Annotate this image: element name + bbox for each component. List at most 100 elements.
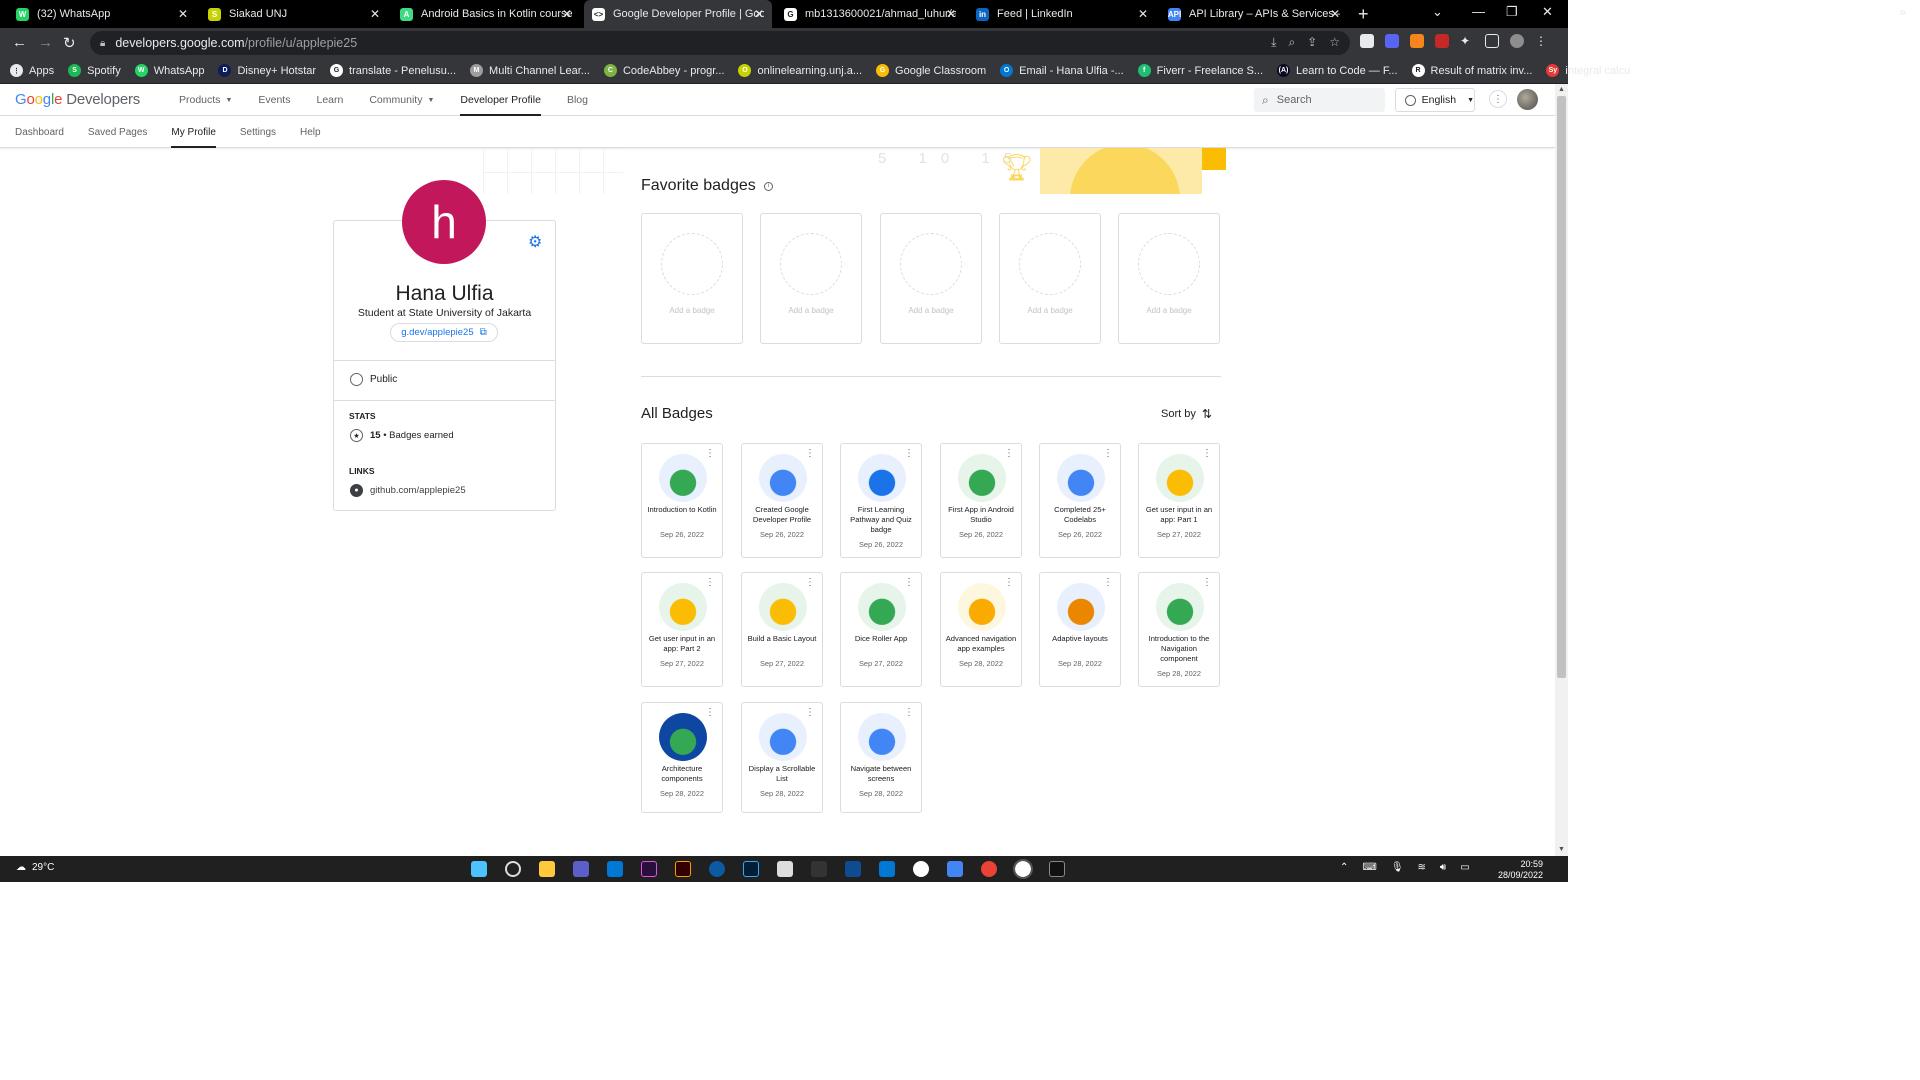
powershell-icon[interactable] [845, 861, 861, 877]
bookmark-item[interactable]: R Result of matrix inv... [1411, 64, 1532, 77]
scrollbar-thumb[interactable] [1557, 96, 1566, 678]
bookmark-item[interactable]: G Google Classroom [876, 64, 986, 77]
keyboard-icon[interactable]: ⌨ [1362, 862, 1376, 873]
minimize-button[interactable]: — [1472, 4, 1485, 19]
tab-close-icon[interactable]: ✕ [370, 7, 380, 21]
badge-menu-icon[interactable]: ⋮ [805, 449, 815, 459]
bookmark-item[interactable]: Sy integral calcu [1546, 64, 1630, 77]
reload-icon[interactable]: ↻ [63, 34, 76, 52]
terminal-icon[interactable] [1049, 861, 1065, 877]
badge-menu-icon[interactable]: ⋮ [1202, 578, 1212, 588]
favorite-badge-slot[interactable]: Add a badge [641, 213, 743, 344]
volume-icon[interactable]: 🔊︎ [1440, 862, 1446, 873]
badge-card[interactable]: ⋮ Build a Basic Layout Sep 27, 2022 [741, 572, 823, 687]
badge-menu-icon[interactable]: ⋮ [805, 578, 815, 588]
install-app-icon[interactable]: ⤓ [1271, 35, 1276, 50]
tab-close-icon[interactable]: ✕ [946, 7, 956, 21]
badge-menu-icon[interactable]: ⋮ [1103, 449, 1113, 459]
scroll-up-arrow-icon[interactable]: ▲ [1558, 86, 1565, 93]
browser-tab[interactable]: S Siakad UNJ ✕ [200, 0, 388, 28]
tab-search-icon[interactable]: ⌄ [1432, 4, 1443, 20]
photoshop-icon[interactable] [743, 861, 759, 877]
nav-item-blog[interactable]: Blog [567, 84, 588, 116]
badge-card[interactable]: ⋮ Advanced navigation app examples Sep 28,… [940, 572, 1022, 687]
badge-menu-icon[interactable]: ⋮ [1004, 449, 1014, 459]
zoom-icon[interactable]: ⌕ [1288, 35, 1295, 50]
weather-widget[interactable]: ☁ 29°C [16, 862, 54, 873]
gear-icon[interactable]: ⚙ [528, 232, 542, 252]
bookmark-item[interactable]: (A) Learn to Code — F... [1277, 64, 1398, 77]
badge-card[interactable]: ⋮ Introduction to the Navigation componen… [1138, 572, 1220, 687]
badge-card[interactable]: ⋮ Get user input in an app: Part 1 Sep 27,… [1138, 443, 1220, 558]
bookmark-item[interactable]: W WhatsApp [134, 64, 204, 77]
badge-menu-icon[interactable]: ⋮ [1004, 578, 1014, 588]
tab-close-icon[interactable]: ✕ [754, 7, 764, 21]
favorite-badge-slot[interactable]: Add a badge [760, 213, 862, 344]
app-icon[interactable] [913, 861, 929, 877]
browser-tab[interactable]: <> Google Developer Profile | Goo ✕ [584, 0, 772, 28]
profile-short-link[interactable]: g.dev/applepie25 ⧉ [390, 323, 498, 342]
badge-menu-icon[interactable]: ⋮ [705, 449, 715, 459]
microphone-icon[interactable]: 🎙︎ [1391, 862, 1404, 873]
new-tab-button[interactable]: + [1358, 4, 1369, 25]
nav-item-developer-profile[interactable]: Developer Profile [460, 84, 541, 116]
tab-close-icon[interactable]: ✕ [178, 7, 188, 21]
battery-icon[interactable]: ▭ [1460, 862, 1469, 873]
premiere-icon[interactable] [641, 861, 657, 877]
more-options-icon[interactable]: ⋮ [1489, 90, 1507, 108]
badge-menu-icon[interactable]: ⋮ [705, 708, 715, 718]
extension-icon[interactable] [1360, 34, 1374, 48]
teams-icon[interactable] [573, 861, 589, 877]
bookmark-item[interactable]: Gtranslate - Penelusu... [330, 64, 456, 77]
language-select[interactable]: English ▼ [1395, 88, 1475, 112]
badge-menu-icon[interactable]: ⋮ [904, 708, 914, 718]
badge-menu-icon[interactable]: ⋮ [1103, 578, 1113, 588]
side-panel-icon[interactable] [1485, 34, 1499, 48]
badge-menu-icon[interactable]: ⋮ [1202, 449, 1212, 459]
page-scrollbar[interactable]: ▲ ▼ [1555, 84, 1568, 856]
nav-item-community[interactable]: Community ▼ [369, 84, 434, 116]
chevron-up-icon[interactable]: ⌃ [1340, 862, 1348, 873]
badge-card[interactable]: ⋮ Completed 25+ Codelabs Sep 26, 2022 [1039, 443, 1121, 558]
google-developers-logo[interactable]: Google Developers [15, 91, 140, 108]
docs-icon[interactable] [947, 861, 963, 877]
close-window-button[interactable]: ✕ [1542, 4, 1553, 20]
forward-icon[interactable]: → [38, 34, 53, 51]
address-bar[interactable]: 🔒︎ developers.google.com/profile/u/apple… [90, 31, 1350, 55]
badge-card[interactable]: ⋮ Architecture components Sep 28, 2022 [641, 702, 723, 813]
wifi-icon[interactable]: ≋ [1418, 862, 1426, 873]
illustrator-icon[interactable] [675, 861, 691, 877]
info-icon[interactable]: i [763, 181, 773, 191]
visibility-setting[interactable]: Public [350, 373, 397, 386]
clock[interactable]: 20:59 28/09/2022 [1498, 859, 1543, 881]
browser-tab[interactable]: A Android Basics in Kotlin course ✕ [392, 0, 580, 28]
tab-saved-pages[interactable]: Saved Pages [88, 116, 148, 148]
badge-menu-icon[interactable]: ⋮ [904, 578, 914, 588]
account-avatar[interactable] [1517, 89, 1538, 110]
taskbar-search-icon[interactable] [505, 861, 521, 877]
bookmark-star-icon[interactable]: ☆ [1329, 35, 1340, 50]
nav-item-learn[interactable]: Learn [316, 84, 343, 116]
mail-extension-icon[interactable] [1435, 34, 1449, 48]
copy-icon[interactable]: ⧉ [480, 327, 487, 338]
bookmark-item[interactable]: D Disney+ Hotstar [218, 64, 316, 77]
file-explorer-icon[interactable] [539, 861, 555, 877]
browser-tab[interactable]: W (32) WhatsApp ✕ [8, 0, 196, 28]
maximize-button[interactable]: ❐ [1506, 4, 1518, 20]
bookmark-item[interactable]: S Spotify [68, 64, 121, 77]
metamask-extension-icon[interactable] [1410, 34, 1424, 48]
search-input[interactable]: ⌕ Search [1254, 88, 1385, 112]
start-icon[interactable] [471, 861, 487, 877]
bookmark-item[interactable]: Oonlinelearning.unj.a... [738, 64, 862, 77]
chrome-taskbar-icon[interactable] [1013, 859, 1033, 879]
store-icon[interactable] [607, 861, 623, 877]
badge-menu-icon[interactable]: ⋮ [805, 708, 815, 718]
more-bookmarks-icon[interactable]: » [1899, 5, 1906, 19]
badge-card[interactable]: ⋮ Display a Scrollable List Sep 28, 2022 [741, 702, 823, 813]
browser-tab[interactable]: API API Library – APIs & Services – M ✕ [1160, 0, 1348, 28]
badge-card[interactable]: ⋮ Created Google Developer Profile Sep 26,… [741, 443, 823, 558]
sort-by-button[interactable]: Sort by ⇅ [1161, 407, 1212, 421]
badge-menu-icon[interactable]: ⋮ [705, 578, 715, 588]
tab-my-profile[interactable]: My Profile [171, 116, 217, 148]
bookmark-item[interactable]: C CodeAbbey - progr... [603, 64, 724, 77]
